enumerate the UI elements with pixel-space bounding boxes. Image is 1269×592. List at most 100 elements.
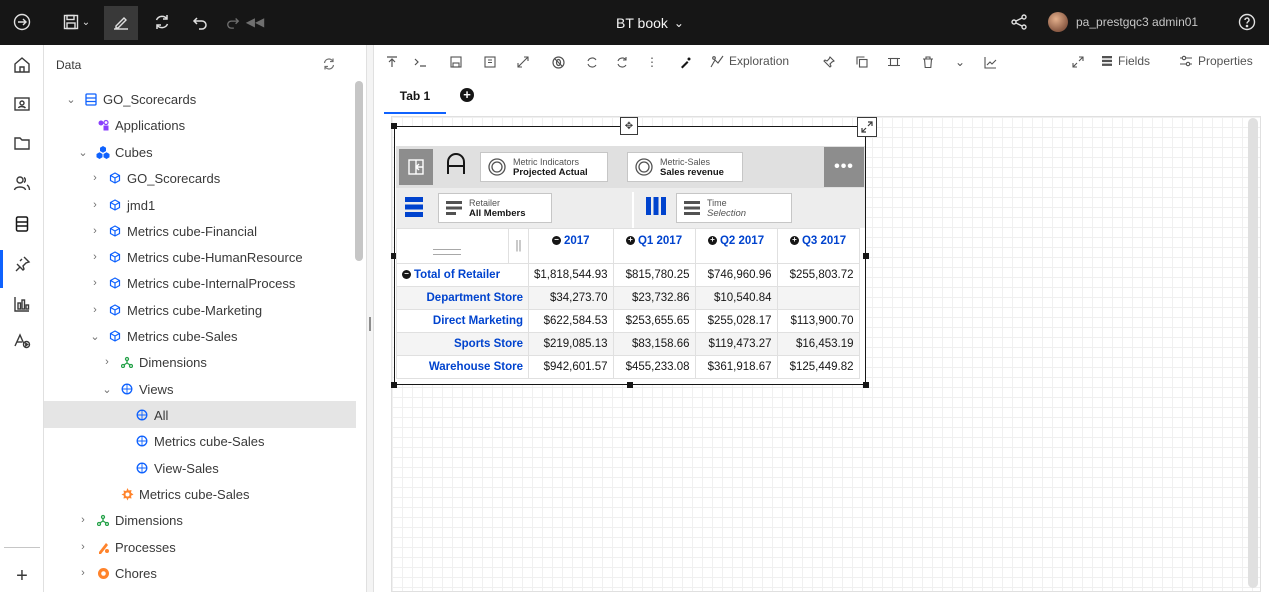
panel-scrollbar[interactable] (355, 81, 363, 261)
tree-item[interactable]: › Processes (76, 534, 176, 560)
tree-item[interactable]: ⌄ Views (100, 376, 173, 402)
save-dropdown-chevron-icon[interactable]: ⌄ (80, 11, 92, 33)
redo-icon[interactable] (222, 11, 244, 33)
cell-value[interactable]: $219,085.13 (528, 332, 614, 356)
cell-value[interactable]: $815,780.25 (612, 263, 696, 287)
chevron-right-icon[interactable]: › (88, 172, 102, 184)
column-header[interactable]: −2017 (528, 228, 614, 264)
pin-icon[interactable] (11, 253, 33, 275)
cell-value[interactable]: $83,158.66 (612, 332, 696, 356)
overflow-vertical-icon[interactable]: ⋮ (644, 54, 660, 70)
refresh-icon[interactable] (151, 11, 173, 33)
line-chart-icon[interactable] (982, 54, 998, 70)
resize-handle[interactable] (863, 382, 869, 388)
tree-item[interactable]: ⌄ Cubes (76, 139, 152, 165)
cell-value[interactable]: $622,584.53 (528, 309, 614, 333)
tree-item[interactable]: › Chores (76, 560, 157, 586)
fit-icon[interactable] (886, 54, 902, 70)
chevron-down-icon[interactable]: ⌄ (100, 383, 114, 396)
contacts-icon[interactable] (11, 93, 33, 115)
columns-chip-time[interactable]: Time Selection (676, 193, 792, 223)
row-header[interactable]: Warehouse Store (396, 355, 529, 379)
chevron-right-icon[interactable]: › (100, 356, 114, 368)
help-icon[interactable] (1236, 11, 1258, 33)
edit-pencil-icon[interactable] (110, 11, 132, 33)
context-chip-metric-sales[interactable]: Metric-Sales Sales revenue (627, 152, 743, 182)
learn-icon[interactable] (11, 330, 33, 352)
tree-item[interactable]: ⌄ Metrics cube-Sales (88, 323, 237, 349)
cell-value[interactable]: $16,453.19 (776, 332, 860, 356)
cell-value[interactable]: $34,273.70 (528, 286, 614, 310)
tab-1[interactable]: Tab 1 (384, 86, 446, 114)
cube-context-icon[interactable] (444, 153, 468, 177)
chevron-right-icon[interactable]: › (88, 277, 102, 289)
chevron-right-icon[interactable]: › (76, 541, 90, 553)
column-header[interactable]: + Q3 2017 (776, 228, 860, 264)
more-options-button[interactable]: ••• (824, 147, 864, 187)
terminal-icon[interactable] (412, 54, 428, 70)
menu-toggle-icon[interactable] (11, 11, 33, 33)
tree-item[interactable]: › Metrics cube-HumanResource (88, 244, 302, 270)
home-icon[interactable] (11, 54, 33, 76)
chevron-right-icon[interactable]: › (88, 225, 102, 237)
chevron-right-icon[interactable]: › (76, 567, 90, 579)
chevron-right-icon[interactable]: › (88, 304, 102, 316)
row-header[interactable]: Department Store (396, 286, 529, 310)
expand-icon[interactable] (1070, 54, 1086, 70)
chevron-right-icon[interactable]: › (88, 199, 102, 211)
cell-value[interactable]: $253,655.65 (612, 309, 696, 333)
delete-icon[interactable] (920, 54, 936, 70)
cell-value[interactable]: $23,732.86 (612, 286, 696, 310)
row-header[interactable]: Sports Store (396, 332, 529, 356)
column-header[interactable]: + Q2 2017 (694, 228, 778, 264)
users-icon[interactable] (11, 172, 33, 194)
collapse-icon[interactable]: − (551, 236, 561, 246)
cell-value[interactable]: $455,233.08 (612, 355, 696, 379)
cell-value[interactable]: $113,900.70 (776, 309, 860, 333)
chart-icon[interactable] (11, 293, 33, 315)
context-chip-metric-indicators[interactable]: Metric Indicators Projected Actual (480, 152, 608, 182)
tree-item[interactable]: › Metrics cube-InternalProcess (88, 270, 295, 296)
share-icon[interactable] (1008, 11, 1030, 33)
undo-icon[interactable] (189, 11, 211, 33)
cell-value[interactable]: $119,473.27 (694, 332, 778, 356)
expand-icon[interactable]: + (789, 236, 799, 246)
magic-icon[interactable] (677, 54, 693, 70)
chevron-right-icon[interactable]: › (88, 251, 102, 263)
cell-value[interactable] (776, 286, 860, 310)
chevron-down-icon[interactable]: ⌄ (64, 93, 78, 106)
swap-axes-icon[interactable] (515, 54, 531, 70)
sync-icon[interactable] (614, 54, 630, 70)
pin-icon[interactable] (821, 54, 837, 70)
align-top-icon[interactable] (384, 54, 400, 70)
chevron-down-icon[interactable]: ⌄ (88, 330, 102, 343)
tree-item[interactable]: › jmd1 (88, 192, 155, 218)
table-icon[interactable] (482, 54, 498, 70)
exploration-button[interactable]: Exploration (710, 54, 789, 68)
reset-icon[interactable] (584, 54, 600, 70)
tree-item[interactable]: › Metrics cube-Marketing (88, 297, 262, 323)
drag-handle-icon[interactable] (433, 249, 461, 255)
cell-value[interactable]: $1,818,544.93 (528, 263, 614, 287)
tree-item[interactable]: View-Sales (135, 455, 219, 481)
chevron-down-icon[interactable]: ⌄ (952, 54, 968, 70)
expand-icon[interactable]: + (625, 236, 635, 246)
move-handle-icon[interactable]: ✥ (620, 117, 638, 135)
tree-item[interactable]: All (135, 402, 168, 428)
panel-splitter[interactable] (366, 45, 374, 592)
chevron-right-icon[interactable]: › (76, 514, 90, 526)
cell-value[interactable]: $125,449.82 (776, 355, 860, 379)
cell-value[interactable]: $255,028.17 (694, 309, 778, 333)
user-menu[interactable]: pa_prestgqc3 admin01 (1048, 12, 1198, 32)
resize-handle[interactable] (391, 382, 397, 388)
collapse-icon[interactable]: − (402, 270, 411, 280)
tree-item[interactable]: Applications (96, 112, 185, 138)
copy-icon[interactable] (854, 54, 870, 70)
book-title[interactable]: BT book ⌄ (616, 15, 684, 31)
canvas-scrollbar[interactable] (1248, 118, 1258, 588)
column-resize-icon[interactable]: || (508, 228, 529, 264)
tree-item[interactable]: Metrics cube-Sales (135, 428, 265, 454)
cell-value[interactable]: $942,601.57 (528, 355, 614, 379)
fields-button[interactable]: Fields (1101, 54, 1150, 68)
suppress-zeros-icon[interactable] (550, 54, 566, 70)
